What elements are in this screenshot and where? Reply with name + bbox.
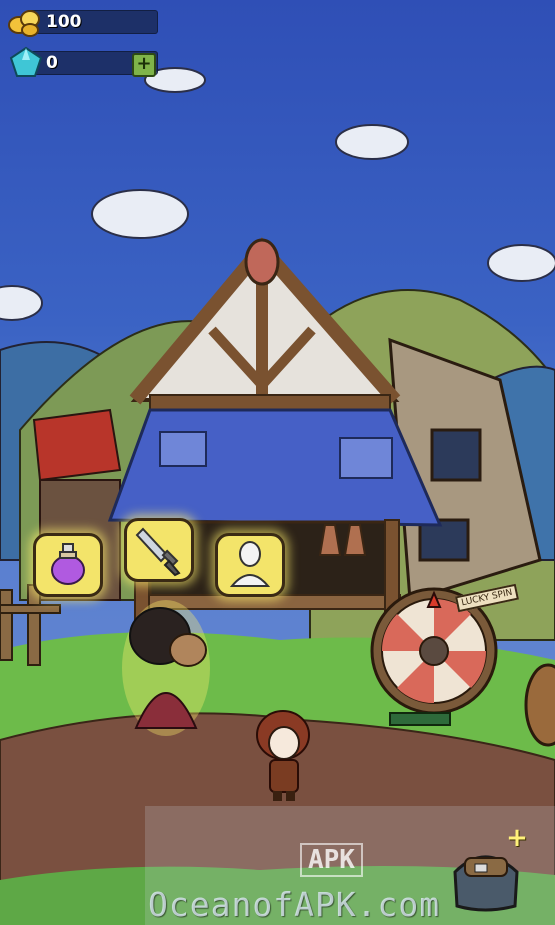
gem-value: 0 [46, 53, 58, 73]
potion-icon [51, 543, 85, 585]
shop-item-weapon[interactable] [124, 518, 194, 582]
shop-item-armor[interactable] [215, 533, 285, 597]
game-scene: 100 0 + LUCKY SPIN APK OceanofAPK.com + [0, 0, 555, 925]
shop-item-potion[interactable] [33, 533, 103, 597]
sword-icon [135, 527, 181, 577]
gold-nugget-icon [8, 10, 40, 37]
gem-icon [9, 46, 43, 77]
shopkeeper-npc[interactable] [116, 598, 220, 738]
add-gems-button[interactable]: + [132, 53, 156, 77]
gold-value: 100 [46, 12, 82, 32]
armor-bust-icon [229, 541, 271, 587]
watermark-text: OceanofAPK.com [148, 885, 441, 924]
watermark-badge: APK [300, 843, 363, 877]
fortune-wheel[interactable] [368, 583, 508, 743]
inventory-add-button[interactable]: + [505, 825, 529, 851]
player-character[interactable] [248, 705, 318, 805]
